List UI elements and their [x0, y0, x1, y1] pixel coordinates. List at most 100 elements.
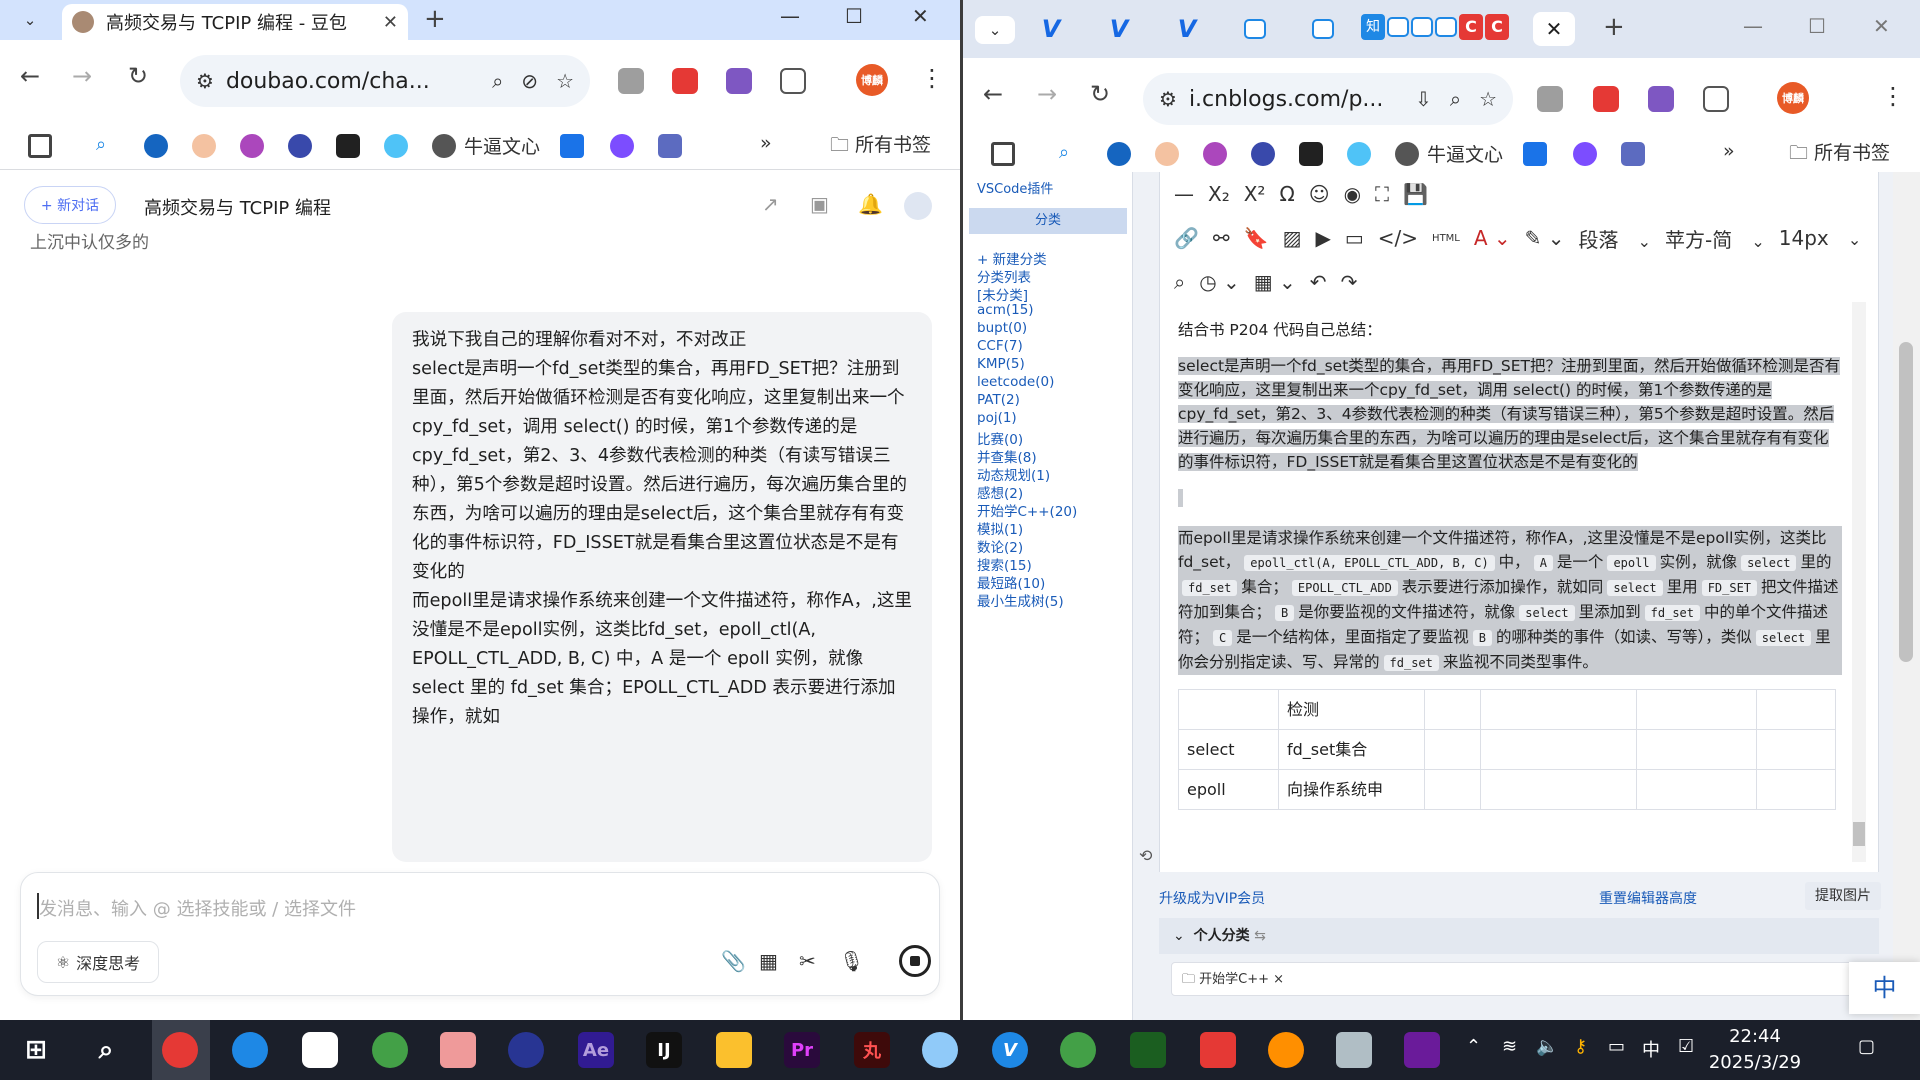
preview-eye-icon[interactable]: ◉ — [1344, 182, 1361, 206]
tab-bili-5[interactable] — [1435, 17, 1457, 37]
intellij-icon[interactable]: IJ — [646, 1032, 682, 1068]
back-icon[interactable]: ← — [20, 62, 40, 90]
apps-grid-icon[interactable] — [28, 134, 52, 158]
wechat-icon[interactable] — [1060, 1032, 1096, 1068]
table-cell[interactable] — [1424, 729, 1481, 770]
sidebar-item[interactable]: [未分类] — [977, 284, 1028, 304]
bookmark-bird-icon[interactable] — [1251, 142, 1275, 166]
refresh-icon[interactable]: ⟲ — [1139, 846, 1152, 865]
bookmark-icon[interactable]: 🔖 — [1244, 226, 1269, 250]
table-cell[interactable]: epoll — [1178, 769, 1279, 810]
maximize-icon[interactable]: ☐ — [845, 4, 863, 28]
tab-zhihu[interactable]: 知 — [1361, 14, 1385, 40]
video-icon[interactable]: ▶ — [1315, 226, 1330, 250]
back-icon[interactable]: ← — [983, 80, 1003, 108]
extension-icon[interactable] — [618, 68, 644, 94]
tab-csdn-1[interactable]: C — [1459, 14, 1483, 40]
personal-category-bar[interactable]: ⌄ 个人分类 ⇆ — [1159, 918, 1879, 954]
table-cell[interactable] — [1480, 729, 1637, 770]
upgrade-vip-link[interactable]: 升级成为VIP会员 — [1159, 888, 1265, 908]
bookmark-icon[interactable] — [240, 134, 264, 158]
forward-icon[interactable]: → — [72, 62, 92, 90]
ime-indicator[interactable]: 中 — [1849, 962, 1920, 1014]
user-avatar[interactable] — [904, 192, 932, 220]
bookmark-icon[interactable] — [336, 134, 360, 158]
font-color-icon[interactable]: A ⌄ — [1474, 226, 1511, 250]
font-size-select[interactable]: 14px ⌄ — [1779, 226, 1861, 250]
security-icon[interactable]: ☑ — [1678, 1036, 1694, 1057]
battery-icon[interactable]: ▭ — [1608, 1036, 1625, 1057]
close-active-tab-icon[interactable]: ✕ — [1533, 12, 1575, 46]
close-window-icon[interactable]: ✕ — [912, 4, 929, 28]
app-fish-icon[interactable] — [232, 1032, 268, 1068]
embed-icon[interactable]: ▭ — [1345, 226, 1364, 250]
youtube-extension-icon[interactable] — [672, 68, 698, 94]
sidebar-item[interactable]: + 新建分类 — [977, 248, 1047, 268]
deep-think-button[interactable]: ⚛ 深度思考 — [37, 941, 159, 983]
bookmark-icon[interactable] — [144, 134, 168, 158]
table-cell[interactable] — [1636, 729, 1757, 770]
app-cloud-icon[interactable] — [302, 1032, 338, 1068]
table-icon[interactable]: ▦ ⌄ — [1254, 270, 1296, 294]
tab-v-3[interactable]: V — [1161, 14, 1213, 44]
table-cell[interactable] — [1636, 689, 1757, 730]
new-tab-button[interactable]: + — [1603, 12, 1625, 42]
speaker-icon[interactable]: 🔈 — [1536, 1036, 1558, 1057]
image-icon[interactable]: ▨ — [1283, 226, 1302, 250]
globe-icon[interactable] — [432, 134, 456, 158]
tray-chevron-icon[interactable]: ⌃ — [1466, 1036, 1481, 1057]
tab-bili-3[interactable] — [1387, 17, 1409, 37]
wifi-icon[interactable]: ≋ — [1502, 1036, 1517, 1057]
maximize-icon[interactable]: ☐ — [1808, 14, 1826, 38]
python-icon[interactable] — [716, 1032, 752, 1068]
table-cell[interactable] — [1480, 689, 1637, 730]
sidebar-link-vscode[interactable]: VSCode插件 — [977, 178, 1053, 197]
sidebar-item[interactable]: CCF(7) — [977, 338, 1023, 354]
table-cell[interactable] — [1178, 689, 1279, 730]
more-bookmarks-icon[interactable]: » — [760, 132, 772, 154]
tab-bili-4[interactable] — [1411, 17, 1433, 37]
eye-slash-icon[interactable]: ⊘ — [521, 69, 538, 93]
capture-extension-icon[interactable] — [726, 68, 752, 94]
sidebar-item[interactable]: 并查集(8) — [977, 446, 1037, 466]
minimize-icon[interactable]: — — [1743, 14, 1763, 38]
ime-tray[interactable]: 中 — [1642, 1036, 1660, 1062]
highlight-icon[interactable]: ✎ ⌄ — [1525, 226, 1565, 250]
share-icon[interactable]: ↗ — [762, 192, 779, 216]
font-family-select[interactable]: 苹方-简 ⌄ — [1665, 224, 1765, 253]
star-icon[interactable]: ☆ — [1479, 87, 1497, 111]
bookmark-icon[interactable] — [610, 134, 634, 158]
new-tab-button[interactable]: + — [424, 4, 446, 34]
editor-content[interactable]: 结合书 P204 代码自己总结： select是声明一个fd_set类型的集合，… — [1168, 312, 1852, 852]
tab-search-icon[interactable]: ⌄ — [975, 16, 1015, 44]
table-cell[interactable] — [1756, 769, 1836, 810]
translate-icon[interactable] — [560, 134, 584, 158]
menu-kebab-icon[interactable]: ⋮ — [1881, 82, 1905, 110]
onedrive-icon[interactable] — [922, 1032, 958, 1068]
search-icon[interactable]: ⌕ — [88, 1032, 124, 1068]
bell-icon[interactable]: 🔔 — [858, 192, 883, 216]
bookmark-icon[interactable] — [1107, 142, 1131, 166]
system-clock[interactable]: 22:44 2025/3/29 — [1700, 1024, 1810, 1076]
horizontal-rule-icon[interactable]: — — [1174, 182, 1194, 206]
microphone-icon[interactable]: 🎙 — [839, 949, 864, 973]
reset-editor-height-link[interactable]: 重置编辑器高度 — [1599, 888, 1697, 908]
star-icon[interactable]: ☆ — [556, 69, 574, 93]
zoom-icon[interactable]: ⌕ — [1450, 87, 1461, 111]
message-input-box[interactable]: 发消息、输入 @ 选择技能或 / 选择文件 ⚛ 深度思考 📎 ▦ ✂ 🎙 — [20, 872, 940, 996]
app-orange-icon[interactable] — [1268, 1032, 1304, 1068]
bookmark-icon[interactable] — [1573, 142, 1597, 166]
sidebar-item[interactable]: leetcode(0) — [977, 374, 1054, 390]
table-cell[interactable] — [1756, 689, 1836, 730]
v-app-icon[interactable]: V — [992, 1032, 1028, 1068]
sidebar-item[interactable]: 分类列表 — [977, 266, 1031, 286]
chrome-icon[interactable] — [162, 1032, 198, 1068]
table-cell[interactable] — [1480, 769, 1637, 810]
site-info-icon[interactable]: ⚙ — [196, 69, 214, 93]
sidebar-item[interactable]: 开始学C++(20) — [977, 500, 1077, 520]
unlink-icon[interactable]: ⚯ — [1213, 226, 1230, 250]
all-bookmarks[interactable]: 🗀 所有书签 — [830, 130, 931, 163]
sidebar-item[interactable]: poj(1) — [977, 410, 1017, 426]
sidebar-item[interactable]: 动态规划(1) — [977, 464, 1050, 484]
premiere-icon[interactable]: Pr — [784, 1032, 820, 1068]
